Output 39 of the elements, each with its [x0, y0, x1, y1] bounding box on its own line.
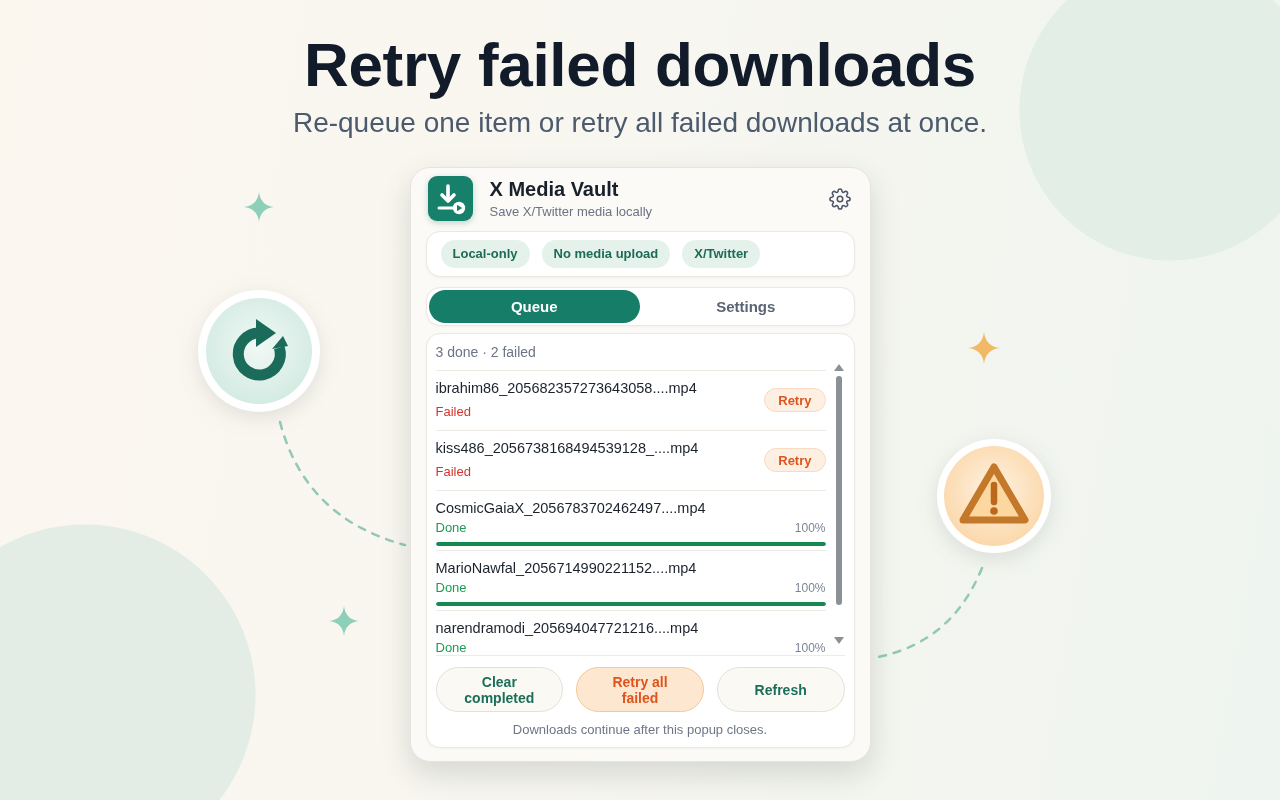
action-button[interactable]: Refresh — [716, 667, 845, 712]
retry-button[interactable]: Retry — [764, 388, 826, 412]
status-text: Failed — [435, 463, 471, 481]
feature-chip: No media upload — [541, 240, 671, 268]
progress-percent: 100% — [794, 640, 826, 655]
status-text: Done — [435, 639, 467, 655]
file-name: narendramodi_205694047721216....mp4 — [435, 619, 700, 637]
file-name: CosmicGaiaX_2056783702462497....mp4 — [435, 499, 707, 517]
status-text: Done — [435, 579, 467, 597]
warning-icon — [936, 438, 1052, 554]
app-name: X Media Vault — [489, 177, 620, 201]
app-tagline: Save X/Twitter media locally — [489, 204, 654, 220]
scrollbar-thumb[interactable] — [835, 376, 842, 605]
page-title: Retry failed downloads — [303, 29, 977, 101]
retry-button[interactable]: Retry — [764, 448, 826, 472]
tab[interactable]: Settings — [640, 290, 852, 323]
status-text: Failed — [435, 403, 471, 421]
refresh-icon — [197, 289, 321, 413]
progress-percent: 100% — [794, 520, 826, 537]
action-button[interactable]: Retry all failed — [576, 667, 704, 712]
settings-icon[interactable] — [828, 187, 851, 210]
scroll-down-icon[interactable] — [833, 637, 844, 644]
progress-percent: 100% — [794, 580, 826, 597]
file-name: kiss486_2056738168494539128_....mp4 — [435, 439, 700, 457]
sparkle-icon — [244, 192, 274, 222]
download-play-icon — [427, 176, 473, 221]
file-name: ibrahim86_205682357273643058....mp4 — [435, 379, 698, 397]
feature-chip: X/Twitter — [682, 240, 761, 268]
scroll-up-icon[interactable] — [833, 364, 844, 371]
tab[interactable]: Queue — [428, 290, 640, 323]
sparkle-icon — [968, 332, 1000, 364]
sparkle-icon — [329, 606, 359, 636]
footer-note: Downloads continue after this popup closes. — [511, 721, 769, 739]
feature-chip: Local-only — [440, 240, 530, 268]
status-text: Done — [435, 519, 467, 537]
action-button[interactable]: Clear completed — [435, 667, 564, 712]
file-name: MarioNawfal_2056714990221152....mp4 — [435, 559, 698, 577]
queue-summary: 3 done · 2 failed — [435, 343, 537, 362]
page-subtitle: Re-queue one item or retry all failed downloads at once. — [292, 106, 988, 140]
